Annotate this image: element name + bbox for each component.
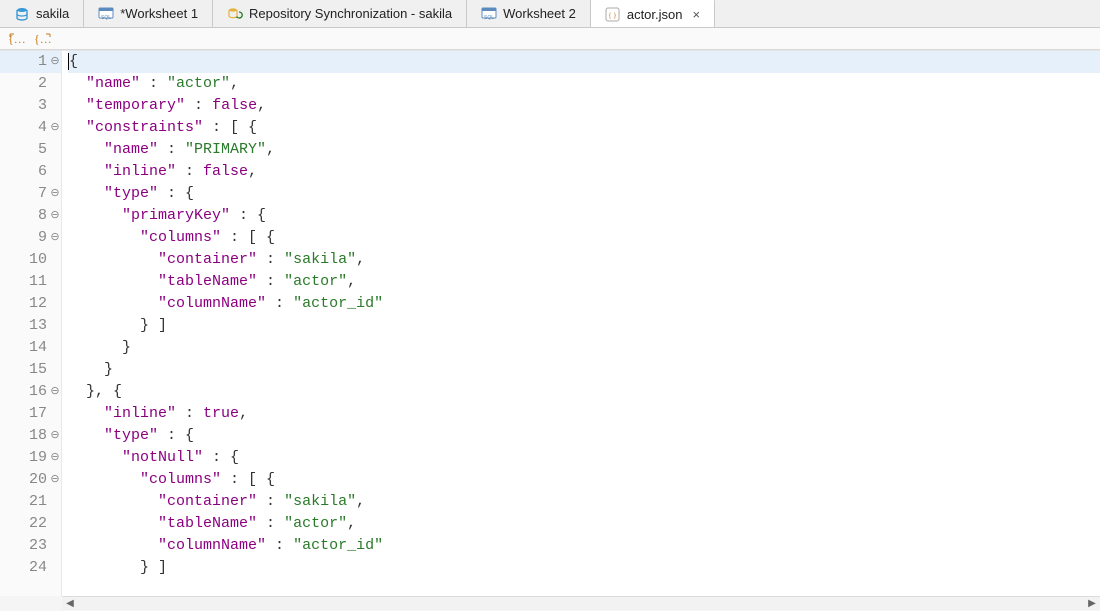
tab-actor-json[interactable]: { } actor.json × [591,0,715,27]
line-number: 18⊖ [0,425,61,447]
line-number: 11 [0,271,61,293]
line-number: 20⊖ [0,469,61,491]
code-line[interactable]: "inline" : false, [68,161,1100,183]
scroll-track[interactable] [78,597,1084,611]
code-line[interactable]: "type" : { [68,183,1100,205]
braces-collapse-icon[interactable]: {…} [34,31,52,47]
code-line[interactable]: "columnName" : "actor_id" [68,293,1100,315]
code-line[interactable]: "tableName" : "actor", [68,513,1100,535]
line-number: 22 [0,513,61,535]
sql-icon: SQL [481,6,497,22]
code-line[interactable]: }, { [68,381,1100,403]
fold-toggle-icon[interactable]: ⊖ [50,211,60,221]
line-number: 3 [0,95,61,117]
tab-repository-synchronization-sakila[interactable]: Repository Synchronization - sakila [213,0,467,27]
line-number: 21 [0,491,61,513]
fold-toggle-icon[interactable]: ⊖ [50,431,60,441]
code-area[interactable]: { "name" : "actor", "temporary" : false,… [62,51,1100,596]
line-number-gutter: 1⊖234⊖567⊖8⊖9⊖10111213141516⊖1718⊖19⊖20⊖… [0,51,62,596]
line-number: 8⊖ [0,205,61,227]
close-icon[interactable]: × [693,7,701,22]
tab-label: sakila [36,6,69,21]
code-line[interactable]: "name" : "actor", [68,73,1100,95]
code-line[interactable]: } [68,337,1100,359]
code-line[interactable]: "container" : "sakila", [68,491,1100,513]
json-icon: { } [605,6,621,22]
line-number: 16⊖ [0,381,61,403]
line-number: 19⊖ [0,447,61,469]
code-line[interactable]: "columns" : [ { [68,227,1100,249]
tab-label: actor.json [627,7,683,22]
sync-icon [227,6,243,22]
code-line[interactable]: "container" : "sakila", [68,249,1100,271]
code-line[interactable]: "primaryKey" : { [68,205,1100,227]
fold-toggle-icon[interactable]: ⊖ [50,453,60,463]
line-number: 5 [0,139,61,161]
line-number: 13 [0,315,61,337]
line-number: 17 [0,403,61,425]
db-icon [14,6,30,22]
svg-text:{ }: { } [609,11,617,19]
line-number: 9⊖ [0,227,61,249]
fold-toggle-icon[interactable]: ⊖ [50,57,60,67]
code-line[interactable]: } ] [68,557,1100,579]
sql-icon: SQL [98,6,114,22]
line-number: 6 [0,161,61,183]
code-line[interactable]: "notNull" : { [68,447,1100,469]
code-line[interactable]: "columnName" : "actor_id" [68,535,1100,557]
code-line[interactable]: { [68,51,1100,73]
code-line[interactable]: "type" : { [68,425,1100,447]
fold-toggle-icon[interactable]: ⊖ [50,189,60,199]
scroll-left-arrow-icon[interactable]: ◀ [62,597,78,611]
fold-toggle-icon[interactable]: ⊖ [50,475,60,485]
line-number: 23 [0,535,61,557]
svg-text:SQL: SQL [484,15,494,21]
tab-sakila[interactable]: sakila [0,0,84,27]
svg-text:SQL: SQL [101,15,111,21]
scroll-right-arrow-icon[interactable]: ▶ [1084,597,1100,611]
tab-bar: sakila SQL *Worksheet 1 Repository Synchron… [0,0,1100,28]
line-number: 7⊖ [0,183,61,205]
code-line[interactable]: "name" : "PRIMARY", [68,139,1100,161]
code-line[interactable]: "constraints" : [ { [68,117,1100,139]
line-number: 15 [0,359,61,381]
horizontal-scrollbar[interactable]: ◀ ▶ [62,596,1100,610]
code-line[interactable]: } [68,359,1100,381]
code-line[interactable]: "columns" : [ { [68,469,1100,491]
tab-worksheet-2[interactable]: SQL Worksheet 2 [467,0,591,27]
line-number: 12 [0,293,61,315]
fold-toggle-icon[interactable]: ⊖ [50,387,60,397]
code-line[interactable]: "tableName" : "actor", [68,271,1100,293]
braces-expand-icon[interactable]: {…} [8,31,26,47]
line-number: 24 [0,557,61,579]
fold-toggle-icon[interactable]: ⊖ [50,123,60,133]
code-line[interactable]: "temporary" : false, [68,95,1100,117]
editor-toolbar: {…} {…} [0,28,1100,50]
line-number: 14 [0,337,61,359]
line-number: 10 [0,249,61,271]
tab-label: *Worksheet 1 [120,6,198,21]
line-number: 2 [0,73,61,95]
code-line[interactable]: "inline" : true, [68,403,1100,425]
tab-label: Worksheet 2 [503,6,576,21]
tab--worksheet-1[interactable]: SQL *Worksheet 1 [84,0,213,27]
tab-label: Repository Synchronization - sakila [249,6,452,21]
code-line[interactable]: } ] [68,315,1100,337]
line-number: 4⊖ [0,117,61,139]
fold-toggle-icon[interactable]: ⊖ [50,233,60,243]
line-number: 1⊖ [0,51,61,73]
code-editor[interactable]: 1⊖234⊖567⊖8⊖9⊖10111213141516⊖1718⊖19⊖20⊖… [0,50,1100,596]
